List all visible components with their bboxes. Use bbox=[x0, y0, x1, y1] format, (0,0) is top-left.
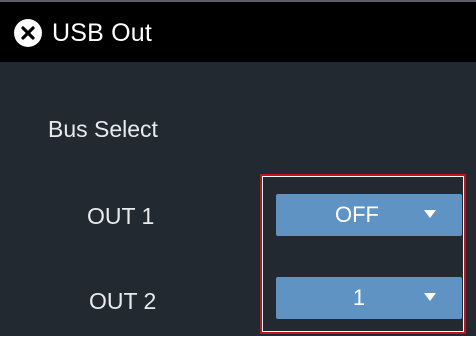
close-icon bbox=[21, 26, 35, 40]
dropdown-arrow-icon bbox=[424, 210, 436, 218]
out-2-bus-dropdown[interactable]: 1 bbox=[276, 277, 462, 319]
out-1-selected-value: OFF bbox=[335, 202, 379, 227]
window-title: USB Out bbox=[52, 19, 153, 47]
close-button[interactable] bbox=[14, 19, 42, 47]
out-2-label: OUT 2 bbox=[89, 288, 157, 314]
usb-out-panel: USB Out Bus Select OUT 1 OUT 2 OFF 1 bbox=[0, 0, 476, 336]
title-bar: USB Out bbox=[0, 0, 476, 62]
dropdown-arrow-icon bbox=[424, 293, 436, 301]
out-1-bus-dropdown[interactable]: OFF bbox=[276, 194, 462, 236]
screenshot-canvas: USB Out Bus Select OUT 1 OUT 2 OFF 1 bbox=[0, 0, 476, 340]
out-1-label: OUT 1 bbox=[87, 203, 155, 229]
bus-select-label: Bus Select bbox=[48, 116, 158, 142]
